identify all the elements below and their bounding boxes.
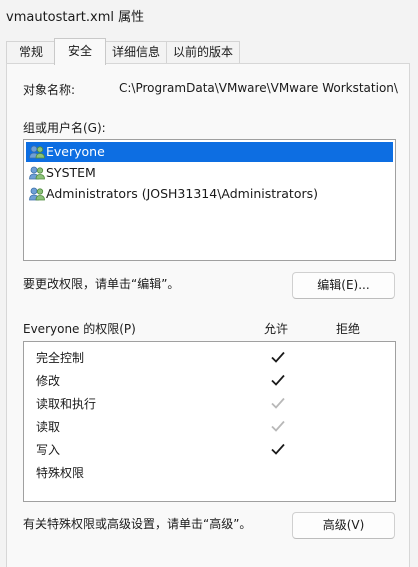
permission-name: 完全控制 — [36, 351, 85, 365]
permission-row: 写入 — [24, 438, 395, 460]
edit-button[interactable]: 编辑(E)... — [292, 272, 395, 299]
object-name-value: C:\ProgramData\VMware\VMware Workstation… — [119, 81, 398, 95]
checkmark-icon — [271, 351, 285, 363]
groups-label: 组或用户名(G): — [23, 121, 106, 135]
permission-name: 特殊权限 — [36, 466, 85, 480]
tab-security[interactable]: 安全 — [54, 38, 106, 65]
users-group-icon — [29, 187, 45, 201]
allow-header: 允许 — [264, 322, 289, 336]
users-group-icon — [29, 145, 45, 159]
list-item[interactable]: SYSTEM — [26, 163, 393, 183]
window-title: vmautostart.xml 属性 — [6, 10, 145, 25]
tab-strip: 常规 安全 详细信息 以前的版本 — [0, 38, 418, 65]
checkmark-icon — [271, 420, 285, 432]
tab-details[interactable]: 详细信息 — [104, 41, 168, 63]
change-permissions-hint: 要更改权限，请单击“编辑”。 — [23, 277, 180, 291]
advanced-hint: 有关特殊权限或高级设置，请单击“高级”。 — [23, 517, 252, 531]
list-item-label: SYSTEM — [46, 165, 96, 180]
checkmark-icon — [271, 443, 285, 455]
title-bar: vmautostart.xml 属性 — [0, 0, 418, 32]
list-item[interactable]: Administrators (JOSH31314\Administrators… — [26, 184, 393, 204]
list-item[interactable]: Everyone — [26, 142, 393, 162]
users-listbox[interactable]: Everyone SYSTEM Administrators (JOSH3131… — [23, 139, 396, 261]
tab-previous-versions[interactable]: 以前的版本 — [166, 41, 240, 63]
security-panel: 对象名称: C:\ProgramData\VMware\VMware Works… — [6, 63, 410, 567]
permission-name: 写入 — [36, 443, 61, 457]
permissions-list: 完全控制 修改 读取和执行 读取 写入 特殊权限 — [23, 341, 396, 502]
advanced-button[interactable]: 高级(V) — [292, 512, 395, 539]
permission-name: 读取 — [36, 420, 61, 434]
users-group-icon — [29, 166, 45, 180]
list-item-label: Everyone — [46, 144, 105, 159]
permission-name: 读取和执行 — [36, 397, 97, 411]
permission-row: 特殊权限 — [24, 461, 395, 483]
checkmark-icon — [271, 374, 285, 386]
tab-general[interactable]: 常规 — [6, 41, 56, 63]
permission-row: 修改 — [24, 369, 395, 391]
permission-row: 完全控制 — [24, 346, 395, 368]
permission-row: 读取 — [24, 415, 395, 437]
permissions-label: Everyone 的权限(P) — [23, 322, 136, 336]
deny-header: 拒绝 — [336, 322, 361, 336]
object-name-label: 对象名称: — [23, 83, 76, 97]
checkmark-icon — [271, 397, 285, 409]
list-item-label: Administrators (JOSH31314\Administrators… — [46, 186, 319, 201]
permission-name: 修改 — [36, 374, 61, 388]
permission-row: 读取和执行 — [24, 392, 395, 414]
